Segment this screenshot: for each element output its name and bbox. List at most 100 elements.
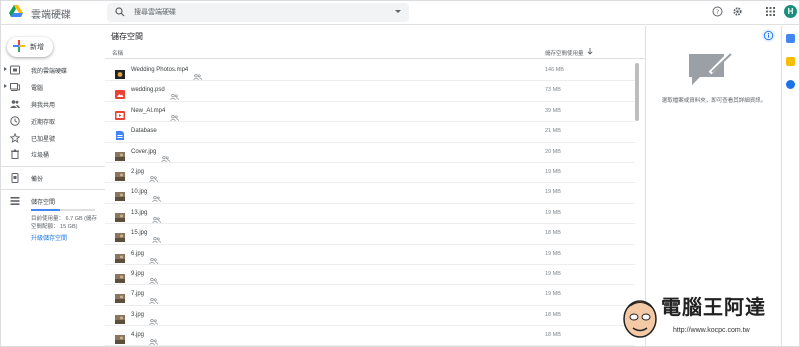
video-thumbnail-icon [115,66,125,79]
computer-icon [10,83,20,91]
file-name: 6.jpg [131,250,145,257]
svg-text:?: ? [716,9,719,16]
file-name: 3.jpg [131,311,145,318]
sidebar-item-shared-with-me[interactable]: 與我共用 [1,97,105,111]
column-header-storage-used[interactable]: 儲存空間使用量 [545,49,584,57]
sidebar-item-label: 與我共用 [31,103,56,109]
sidebar-divider [1,166,105,167]
file-name: 10.jpg [131,189,148,196]
shared-people-icon [193,67,202,81]
sidebar-item-label: 我的雲端硬碟 [31,69,68,75]
new-button-label: 新增 [30,44,44,51]
trash-icon [11,149,19,159]
photo-thumbnail-icon [115,188,125,202]
file-row[interactable]: Cover.jpg 20 MB [105,143,635,163]
photo-thumbnail-icon [115,209,125,222]
keep-notes-icon[interactable] [786,57,795,66]
tasks-icon[interactable] [786,80,795,89]
file-name: Cover.jpg [131,148,157,155]
file-name: 7.jpg [131,291,145,298]
photo-thumbnail-icon [115,311,125,324]
apps-grid-icon[interactable] [765,6,776,17]
sort-descending-arrow-icon[interactable] [587,48,593,55]
account-avatar[interactable]: H [784,5,797,18]
photo-thumbnail-icon [115,290,125,304]
file-storage-size: 19 MB [545,209,561,216]
sidebar-item-storage[interactable]: 儲存空間 [1,194,105,208]
shared-people-icon [149,291,158,305]
sidebar-item-starred[interactable]: 已加星號 [1,131,105,145]
file-storage-size: 18 MB [545,311,561,318]
file-name: 9.jpg [131,270,145,277]
file-row[interactable]: New_AI.mp4 39 MB [105,102,635,123]
sidebar-item-my-drive[interactable]: 我的雲端硬碟 [1,63,105,77]
help-icon[interactable]: ? [712,6,723,17]
details-hint-text: 選取檔案或資料夾，即可查看其詳細資訊。 [661,98,767,104]
file-row[interactable]: 10.jpg 19 MB [105,183,635,204]
file-name: 13.jpg [131,209,148,216]
sidebar-item-label: 近期存取 [31,120,56,126]
sidebar-item-backups[interactable]: 備份 [1,171,105,185]
calendar-icon[interactable] [786,34,795,43]
file-row[interactable]: 2.jpg 19 MB [105,163,635,184]
file-storage-size: 18 MB [545,332,561,339]
file-name: 4.jpg [131,332,145,339]
photo-thumbnail-icon [115,331,125,345]
search-icon[interactable] [115,7,125,17]
file-storage-size: 39 MB [545,107,561,114]
file-row[interactable]: 3.jpg 18 MB [105,306,635,327]
document-file-icon [115,127,125,141]
file-row[interactable]: wedding.psd 73 MB [105,81,635,102]
list-scrollbar[interactable] [635,63,639,121]
sidebar-item-recent[interactable]: 近期存取 [1,114,105,128]
file-row[interactable]: 15.jpg 18 MB [105,224,635,245]
storage-usage-bar [31,209,95,211]
file-row[interactable]: 13.jpg 19 MB [105,204,635,225]
shared-people-icon [152,189,161,203]
drive-logo-icon[interactable] [9,5,23,17]
upgrade-storage-link[interactable]: 升級儲存空間 [31,233,67,242]
search-box[interactable]: 搜尋雲端硬碟 [107,3,409,22]
photo-thumbnail-icon [115,229,125,243]
file-storage-size: 19 MB [545,168,561,175]
file-row[interactable]: Database 21 MB [105,122,635,143]
file-row[interactable]: Wedding Photos.mp4 146 MB [105,61,635,82]
file-row[interactable]: 4.jpg 18 MB [105,326,635,347]
file-row[interactable]: 7.jpg 19 MB [105,285,635,306]
watermark-url: http://www.kocpc.com.tw [673,327,750,334]
sidebar-item-label: 儲存空間 [31,200,56,206]
drive-icon [10,65,20,75]
file-name: 15.jpg [131,230,148,237]
watermark: 電腦王阿達 http://www.kocpc.com.tw [621,291,799,345]
file-storage-size: 18 MB [545,230,561,237]
file-name: Database [131,128,157,135]
settings-gear-icon[interactable] [732,6,743,17]
shared-people-icon [152,230,161,244]
new-button[interactable]: 新增 [7,37,53,57]
sidebar-divider [1,189,105,190]
file-storage-size: 73 MB [545,87,561,94]
column-header-name[interactable]: 名稱 [112,49,123,57]
file-storage-size: 19 MB [545,270,561,277]
sidebar-item-label: 已加星號 [31,137,56,143]
watermark-title: 電腦王阿達 [661,295,766,319]
file-row[interactable]: 6.jpg 19 MB [105,245,635,265]
photo-thumbnail-icon [115,148,125,161]
info-icon[interactable] [762,29,775,42]
search-options-icon[interactable] [395,10,401,13]
file-name: New_AI.mp4 [131,107,166,114]
expand-caret-icon[interactable] [4,67,7,71]
storage-usage-fill [31,209,60,211]
expand-caret-icon[interactable] [4,84,7,88]
search-input[interactable]: 搜尋雲端硬碟 [134,7,176,17]
sidebar-item-computers[interactable]: 電腦 [1,80,105,94]
file-storage-size: 146 MB [545,67,564,73]
file-storage-size: 19 MB [545,189,561,196]
file-row[interactable]: 9.jpg 19 MB [105,265,635,286]
app-name: 雲端硬碟 [31,10,71,21]
file-rows: Wedding Photos.mp4 146 MB wedding.psd 73 MB… [105,61,635,347]
file-storage-size: 19 MB [545,291,561,298]
drive-window: 雲端硬碟 搜尋雲端硬碟 ? H 新增 我的雲端硬碟 電腦 與我共用 近期存取 已… [0,0,800,347]
image-file-icon [115,86,125,100]
sidebar-item-trash[interactable]: 垃圾桶 [1,147,105,161]
